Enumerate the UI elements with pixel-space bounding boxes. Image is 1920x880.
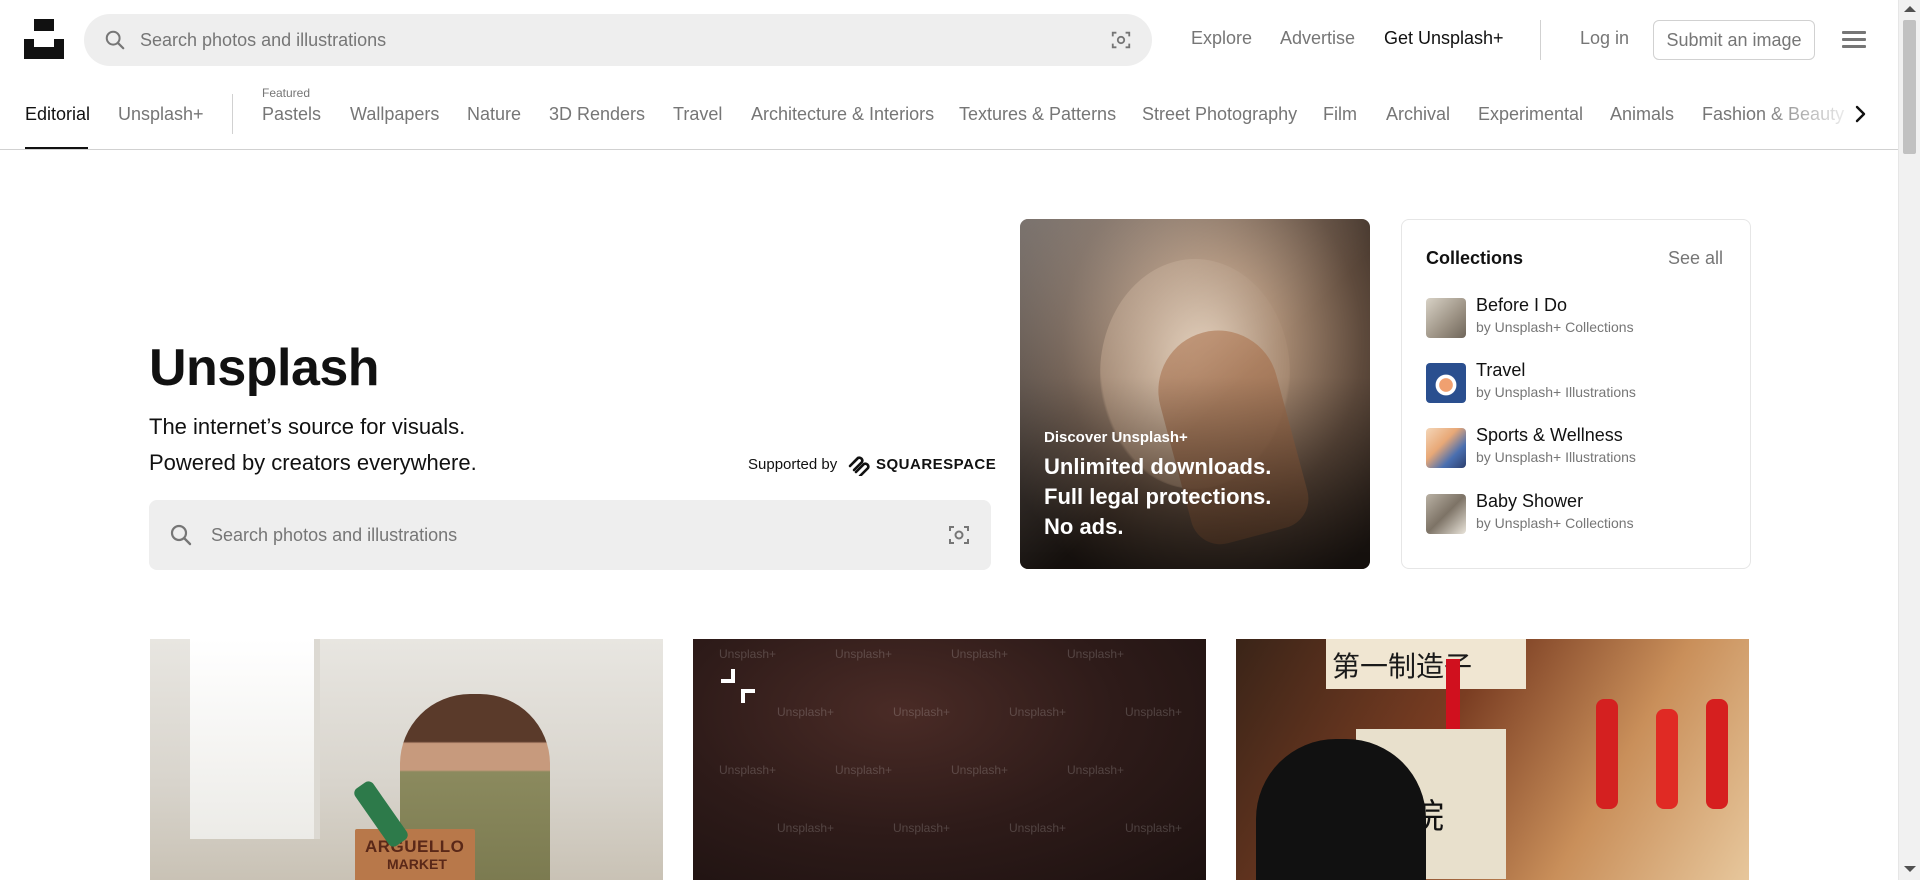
watermark-text: Unsplash+	[1067, 763, 1125, 777]
promo-kicker: Discover Unsplash+	[1044, 429, 1188, 446]
hero-subtitle-line2: Powered by creators everywhere.	[149, 450, 477, 475]
watermark-text: Unsplash+	[1125, 705, 1183, 719]
watermark-text: Unsplash+	[835, 763, 893, 777]
tab-architecture-interiors[interactable]: Architecture & Interiors	[751, 104, 934, 125]
tab-street-photography[interactable]: Street Photography	[1142, 104, 1297, 125]
collection-item[interactable]: Sports & Wellness by Unsplash+ Illustrat…	[1426, 425, 1726, 469]
supported-by-label: Supported by	[748, 456, 838, 473]
collection-item[interactable]: Baby Shower by Unsplash+ Collections	[1426, 491, 1726, 535]
tab-editorial[interactable]: Editorial	[25, 104, 90, 125]
scroll-up-arrow-icon[interactable]	[1904, 6, 1916, 12]
photo-lantern	[1596, 699, 1618, 809]
collection-byline: by Unsplash+ Illustrations	[1476, 384, 1636, 400]
squarespace-wordmark[interactable]: SQUARESPACE	[876, 456, 996, 473]
watermark-text: Unsplash+	[1125, 821, 1183, 835]
collection-thumbnail	[1426, 298, 1466, 338]
tab-wallpapers[interactable]: Wallpapers	[350, 104, 439, 125]
hero-search-input[interactable]	[211, 500, 911, 570]
collection-byline: by Unsplash+ Illustrations	[1476, 449, 1636, 465]
active-tab-underline	[25, 147, 88, 149]
watermark-text: Unsplash+	[893, 821, 951, 835]
tab-3d-renders[interactable]: 3D Renders	[549, 104, 645, 125]
watermark-text: Unsplash+	[777, 705, 835, 719]
nav-explore[interactable]: Explore	[1191, 28, 1252, 49]
watermark-text: Unsplash+	[777, 821, 835, 835]
login-link[interactable]: Log in	[1580, 28, 1629, 49]
hero-subtitle-line1: The internet’s source for visuals.	[149, 414, 466, 439]
scrollbar-thumb[interactable]	[1903, 20, 1916, 154]
watermark-text: Unsplash+	[951, 763, 1009, 777]
nav-advertise[interactable]: Advertise	[1280, 28, 1355, 49]
hero-title: Unsplash	[149, 339, 380, 397]
collection-item[interactable]: Travel by Unsplash+ Illustrations	[1426, 360, 1726, 404]
top-header: Explore Advertise Get Unsplash+ Log in S…	[0, 0, 1898, 78]
tab-nature[interactable]: Nature	[467, 104, 521, 125]
photo-lantern	[1446, 659, 1460, 729]
collection-name: Sports & Wellness	[1476, 425, 1623, 445]
tab-textures-patterns[interactable]: Textures & Patterns	[959, 104, 1116, 125]
watermark-text: Unsplash+	[719, 763, 777, 777]
bag-text-line1: ARGUELLO	[365, 837, 465, 856]
visual-search-icon[interactable]	[947, 523, 971, 552]
photo-window	[190, 639, 320, 839]
search-icon[interactable]	[104, 29, 126, 56]
category-divider	[232, 94, 233, 134]
tab-unsplash-plus[interactable]: Unsplash+	[118, 104, 204, 125]
photo-lantern	[1656, 709, 1678, 809]
collection-byline: by Unsplash+ Collections	[1476, 319, 1634, 335]
photo-unsplash-plus-dark[interactable]: Unsplash+ Unsplash+ Unsplash+ Unsplash+ …	[693, 639, 1206, 880]
unsplash-logo-icon[interactable]	[24, 19, 64, 59]
promo-line-2: Full legal protections.	[1044, 484, 1272, 509]
collection-name: Before I Do	[1476, 295, 1568, 315]
watermark-text: Unsplash+	[893, 705, 951, 719]
collection-thumbnail	[1426, 494, 1466, 534]
watermark-text: Unsplash+	[1009, 705, 1067, 719]
menu-hamburger-icon[interactable]	[1842, 28, 1866, 52]
search-icon[interactable]	[169, 523, 193, 552]
tab-animals[interactable]: Animals	[1610, 104, 1674, 125]
tab-travel[interactable]: Travel	[673, 104, 722, 125]
photo-paper-bag: ARGUELLO MARKET	[355, 829, 475, 880]
top-search-bar	[84, 14, 1152, 66]
scroll-down-arrow-icon[interactable]	[1904, 866, 1916, 872]
collection-thumbnail	[1426, 428, 1466, 468]
submit-image-button[interactable]: Submit an image	[1653, 20, 1815, 60]
unsplash-plus-promo-card[interactable]: Discover Unsplash+ Unlimited downloads. …	[1020, 219, 1370, 569]
tab-archival[interactable]: Archival	[1386, 104, 1450, 125]
promo-line-1: Unlimited downloads.	[1044, 454, 1272, 479]
bag-text-line2: MARKET	[387, 856, 447, 872]
tab-experimental[interactable]: Experimental	[1478, 104, 1583, 125]
watermark-text: Unsplash+	[951, 647, 1009, 661]
photo-asian-shop[interactable]: 第一制造子 景院	[1236, 639, 1749, 880]
squarespace-logo-icon[interactable]	[846, 454, 872, 481]
hero-search-bar	[149, 500, 991, 570]
collections-card: Collections See all Before I Do by Unspl…	[1401, 219, 1751, 569]
collection-name: Travel	[1476, 360, 1526, 380]
page-scrollbar[interactable]	[1898, 0, 1920, 880]
nav-get-unsplash-plus[interactable]: Get Unsplash+	[1384, 28, 1504, 49]
collection-item[interactable]: Before I Do by Unsplash+ Collections	[1426, 295, 1726, 339]
top-search-input[interactable]	[140, 14, 1040, 66]
watermark-text: Unsplash+	[835, 647, 893, 661]
collections-title: Collections	[1426, 248, 1524, 268]
unsplash-plus-logo-icon	[719, 667, 757, 710]
visual-search-icon[interactable]	[1110, 29, 1132, 56]
collection-thumbnail	[1426, 363, 1466, 403]
promo-line-3: No ads.	[1044, 514, 1124, 539]
photo-person-silhouette	[1256, 739, 1426, 880]
collection-byline: by Unsplash+ Collections	[1476, 515, 1634, 531]
photo-lantern	[1706, 699, 1728, 809]
watermark-text: Unsplash+	[1067, 647, 1125, 661]
watermark-text: Unsplash+	[719, 647, 777, 661]
header-divider	[1540, 20, 1541, 60]
featured-label: Featured	[262, 86, 311, 100]
category-nav: Editorial Unsplash+ Featured Pastels Wal…	[0, 78, 1898, 150]
photo-kitchen-woman[interactable]: ARGUELLO MARKET	[150, 639, 663, 880]
chevron-right-icon[interactable]	[1848, 102, 1872, 126]
see-all-link[interactable]: See all	[1668, 248, 1723, 269]
collection-name: Baby Shower	[1476, 491, 1584, 511]
watermark-text: Unsplash+	[1009, 821, 1067, 835]
tab-film[interactable]: Film	[1323, 104, 1357, 125]
tab-pastels[interactable]: Pastels	[262, 104, 321, 125]
